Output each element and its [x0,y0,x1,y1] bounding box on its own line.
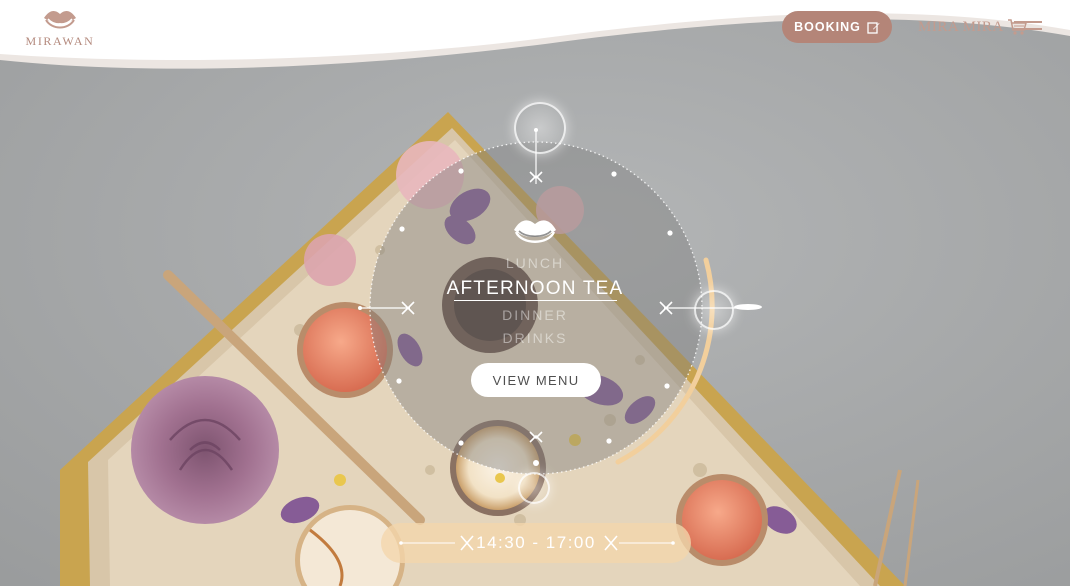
time-range-pill: 14:30 - 17:00 [381,523,691,563]
menu-item-afternoon-tea[interactable]: AFTERNOON TEA [430,278,640,300]
lips-emblem-icon [514,220,556,243]
active-underline [454,300,617,301]
view-menu-button[interactable]: VIEW MENU [471,363,601,397]
clock-knob-right[interactable] [694,290,734,330]
clock-knob-bottom[interactable] [518,472,550,504]
menu-item-lunch[interactable]: LUNCH [430,255,640,271]
time-range-text: 14:30 - 17:00 [476,533,596,552]
clock-knob-top[interactable] [514,102,566,154]
menu-item-drinks[interactable]: DRINKS [430,330,640,346]
menu-item-dinner[interactable]: DINNER [430,307,640,323]
